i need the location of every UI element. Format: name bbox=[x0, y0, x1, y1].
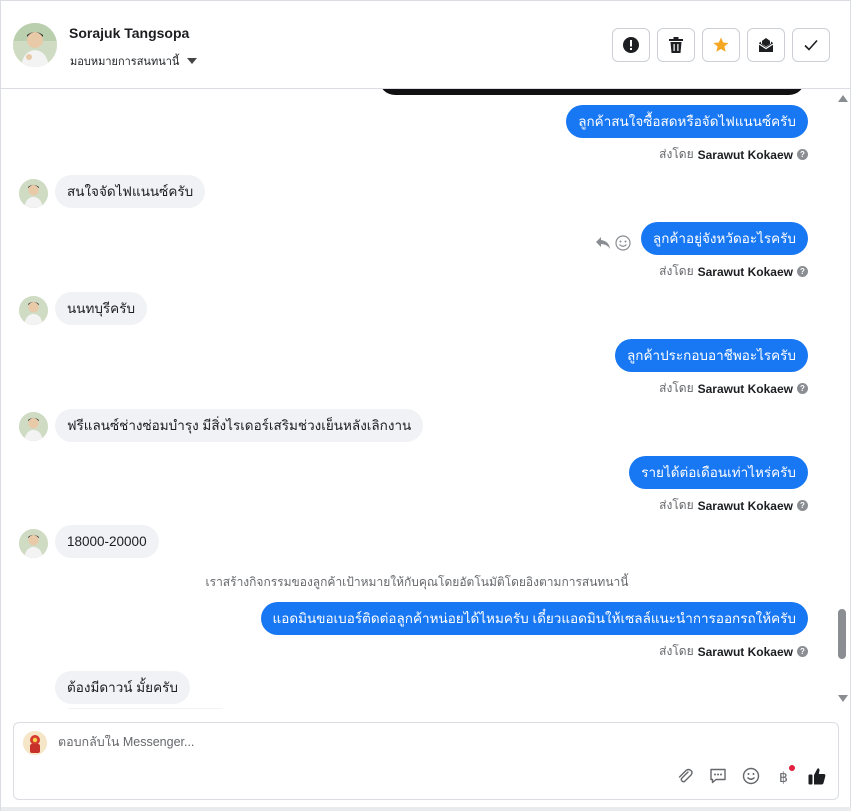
sent-by-prefix: ส่งโดย bbox=[659, 264, 694, 278]
scrollbar-thumb[interactable] bbox=[838, 609, 846, 659]
scroll-down-icon[interactable] bbox=[838, 695, 848, 702]
media-attachment-edge[interactable] bbox=[379, 89, 805, 95]
mark-unread-button[interactable] bbox=[747, 28, 785, 62]
contact-mini-avatar bbox=[19, 179, 48, 208]
emoji-react-icon[interactable] bbox=[615, 235, 631, 251]
help-icon[interactable]: ? bbox=[797, 266, 808, 277]
page-avatar bbox=[23, 731, 47, 755]
mark-spam-button[interactable] bbox=[612, 28, 650, 62]
contact-avatar[interactable] bbox=[13, 23, 57, 67]
attach-icon bbox=[678, 768, 693, 783]
sent-by-label: ส่งโดย Sarawut Kokaew ? bbox=[659, 262, 808, 281]
mark-done-button[interactable] bbox=[792, 28, 830, 62]
message-thread[interactable]: ลูกค้าสนใจซื้อสดหรือจัดไฟแนนซ์ครับ ส่งโด… bbox=[1, 89, 833, 709]
trash-icon bbox=[669, 37, 683, 53]
message-outgoing[interactable]: ลูกค้าอยู่จังหวัดอะไรครับ bbox=[640, 222, 808, 255]
help-icon[interactable]: ? bbox=[797, 149, 808, 160]
payment-button[interactable]: ฿ bbox=[773, 765, 795, 787]
contact-mini-avatar bbox=[19, 296, 48, 325]
composer-tools: ฿ bbox=[674, 765, 828, 787]
sent-by-agent: Sarawut Kokaew bbox=[697, 498, 793, 513]
assign-label: มอบหมายการสนทนานี้ bbox=[70, 56, 180, 68]
conversation-actions bbox=[612, 28, 830, 62]
message-incoming[interactable]: ฟรีแลนซ์ช่างซ่อมบำรุง มีสิ่งไรเดอร์เสริม… bbox=[55, 409, 424, 442]
sent-by-agent: Sarawut Kokaew bbox=[697, 381, 793, 396]
assign-conversation-dropdown[interactable]: มอบหมายการสนทนานี้ bbox=[70, 52, 198, 70]
conversation-header: Sorajuk Tangsopa มอบหมายการสนทนานี้ bbox=[1, 1, 850, 89]
help-icon[interactable]: ? bbox=[797, 383, 808, 394]
contact-mini-avatar bbox=[19, 412, 48, 441]
sent-by-prefix: ส่งโดย bbox=[659, 644, 694, 658]
sent-by-agent: Sarawut Kokaew bbox=[697, 264, 793, 279]
attach-button[interactable] bbox=[674, 765, 696, 787]
star-icon bbox=[713, 37, 729, 52]
sent-by-agent: Sarawut Kokaew bbox=[697, 644, 793, 659]
contact-mini-avatar bbox=[19, 529, 48, 558]
spam-icon bbox=[623, 37, 639, 53]
scroll-up-icon[interactable] bbox=[838, 95, 848, 102]
like-button[interactable] bbox=[806, 765, 828, 787]
help-icon[interactable]: ? bbox=[797, 646, 808, 657]
like-icon bbox=[808, 768, 826, 785]
message-outgoing[interactable]: ลูกค้าสนใจซื้อสดหรือจัดไฟแนนซ์ครับ bbox=[566, 105, 808, 138]
reply-icon[interactable] bbox=[595, 236, 611, 250]
reply-input[interactable] bbox=[58, 735, 658, 749]
message-hover-actions bbox=[595, 235, 631, 251]
message-incoming-partial[interactable] bbox=[55, 708, 235, 709]
message-outgoing[interactable]: ลูกค้าประกอบอาชีพอะไรครับ bbox=[615, 339, 808, 372]
contact-name[interactable]: Sorajuk Tangsopa bbox=[69, 25, 189, 41]
chat-scrollbar[interactable] bbox=[835, 89, 849, 709]
message-outgoing[interactable]: รายได้ต่อเดือนเท่าไหร่ครับ bbox=[629, 456, 808, 489]
sent-by-label: ส่งโดย Sarawut Kokaew ? bbox=[659, 642, 808, 661]
bottom-edge bbox=[1, 807, 851, 811]
message-incoming[interactable]: สนใจจัดไฟแนนซ์ครับ bbox=[55, 175, 206, 208]
sent-by-agent: Sarawut Kokaew bbox=[697, 147, 793, 162]
sent-by-prefix: ส่งโดย bbox=[659, 147, 694, 161]
star-button[interactable] bbox=[702, 28, 740, 62]
message-incoming[interactable]: ต้องมีดาวน์ มั้ยครับ bbox=[55, 671, 190, 704]
emoji-button[interactable] bbox=[740, 765, 762, 787]
emoji-icon bbox=[742, 767, 760, 785]
message-incoming[interactable]: นนทบุรีครับ bbox=[55, 292, 148, 325]
message-incoming[interactable]: 18000-20000 bbox=[55, 525, 159, 558]
delete-button[interactable] bbox=[657, 28, 695, 62]
sent-by-label: ส่งโดย Sarawut Kokaew ? bbox=[659, 145, 808, 164]
reply-composer: ฿ bbox=[13, 722, 839, 800]
sent-by-prefix: ส่งโดย bbox=[659, 498, 694, 512]
check-icon bbox=[804, 39, 818, 51]
chevron-down-icon bbox=[187, 58, 198, 64]
notification-dot bbox=[789, 765, 795, 771]
sent-by-label: ส่งโดย Sarawut Kokaew ? bbox=[659, 496, 808, 515]
mark-unread-icon bbox=[758, 38, 774, 52]
inbox-conversation-panel: Sorajuk Tangsopa มอบหมายการสนทนานี้ ลูกค… bbox=[0, 0, 851, 811]
message-outgoing[interactable]: แอดมินขอเบอร์ติดต่อลูกค้าหน่อยได้ไหมครับ… bbox=[260, 602, 808, 635]
help-icon[interactable]: ? bbox=[797, 500, 808, 511]
svg-text:฿: ฿ bbox=[779, 770, 788, 785]
saved-reply-button[interactable] bbox=[707, 765, 729, 787]
sent-by-label: ส่งโดย Sarawut Kokaew ? bbox=[659, 379, 808, 398]
system-note: เราสร้างกิจกรรมของลูกค้าเป้าหมายให้กับคุ… bbox=[205, 575, 629, 589]
sent-by-prefix: ส่งโดย bbox=[659, 381, 694, 395]
saved-reply-icon bbox=[710, 768, 726, 784]
